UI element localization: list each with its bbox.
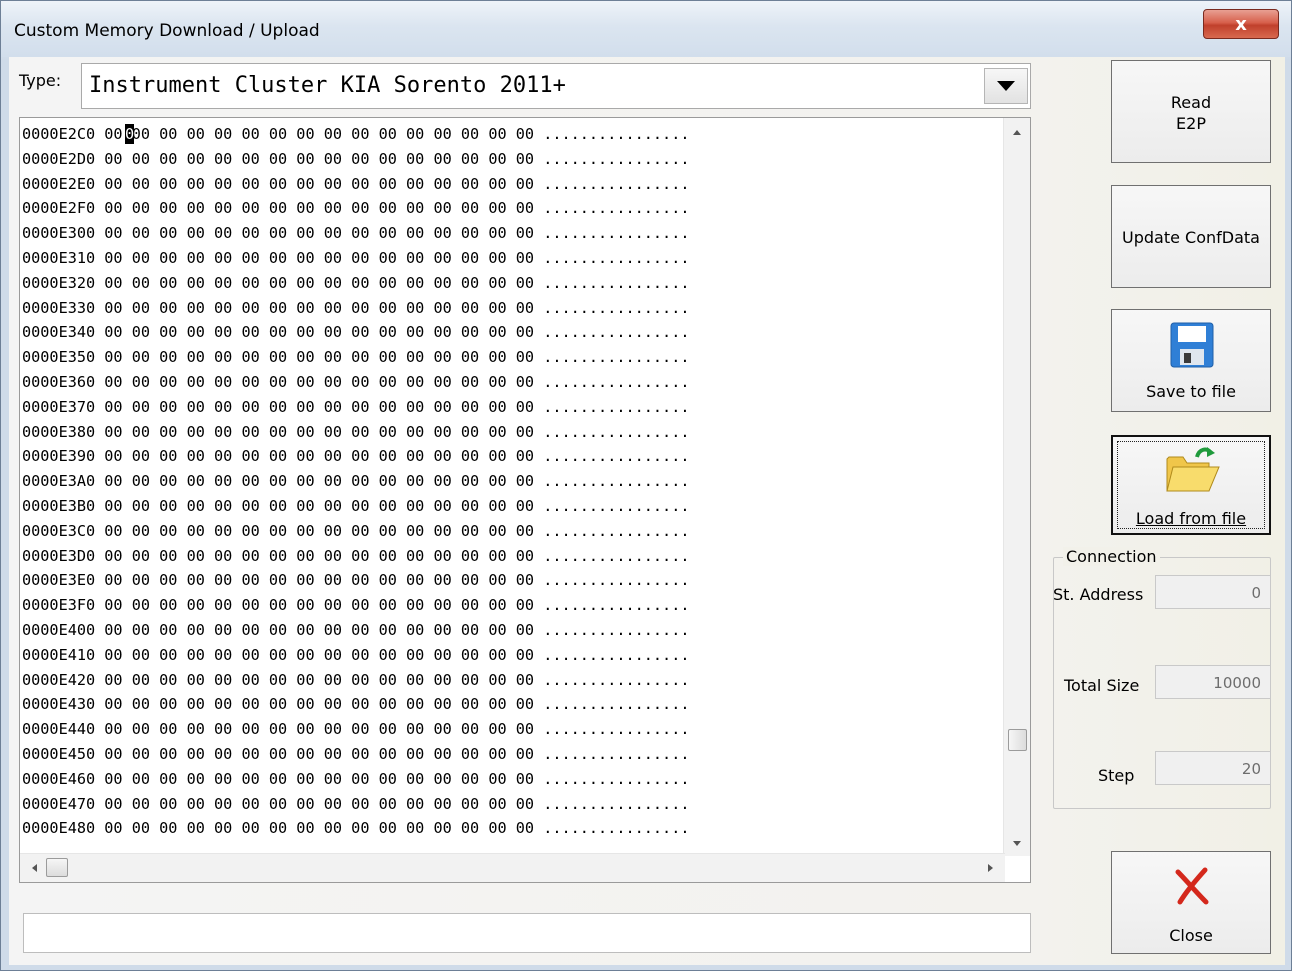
hex-row: 0000E460 00 00 00 00 00 00 00 00 00 00 0… [22,769,690,788]
hex-row: 0000E440 00 00 00 00 00 00 00 00 00 00 0… [22,720,690,739]
hex-row: 0000E2D0 00 00 00 00 00 00 00 00 00 00 0… [22,149,690,168]
hex-row: 0000E470 00 00 00 00 00 00 00 00 00 00 0… [22,794,690,813]
read-e2p-label-line1: Read [1170,93,1212,112]
step-field[interactable]: 20 [1155,751,1271,785]
floppy-disk-icon [1170,322,1214,372]
load-from-file-button[interactable]: Load from file [1111,435,1271,535]
start-address-field[interactable]: 0 [1155,575,1271,609]
open-folder-icon [1165,445,1221,499]
total-size-value: 10000 [1213,674,1261,692]
close-icon: x [1235,13,1247,35]
scroll-right-arrow-icon[interactable] [988,864,993,872]
hex-row: 0000E350 00 00 00 00 00 00 00 00 00 00 0… [22,348,690,367]
hex-row: 0000E430 00 00 00 00 00 00 00 00 00 00 0… [22,695,690,714]
hex-row: 0000E2F0 00 00 00 00 00 00 00 00 00 00 0… [22,199,690,218]
red-x-icon [1172,866,1212,910]
type-dropdown[interactable]: Instrument Cluster KIA Sorento 2011+ [81,63,1031,109]
start-address-label: St. Address [1053,585,1144,604]
connection-group-title: Connection [1063,547,1160,566]
close-label: Close [1169,926,1213,945]
step-value: 20 [1241,760,1261,778]
hex-row: 0000E400 00 00 00 00 00 00 00 00 00 00 0… [22,620,690,639]
hex-row: 0000E330 00 00 00 00 00 00 00 00 00 00 0… [22,298,690,317]
read-e2p-label-line2: E2P [1176,114,1206,133]
hex-row: 0000E3E0 00 00 00 00 00 00 00 00 00 00 0… [22,571,690,590]
scroll-up-arrow-icon[interactable] [1013,130,1021,135]
window-title: Custom Memory Download / Upload [14,21,320,41]
status-bar [23,913,1031,953]
hex-row: 0000E300 00 00 00 00 00 00 00 00 00 00 0… [22,224,690,243]
horizontal-scrollbar[interactable] [20,853,1005,882]
hex-row: 0000E2C0 00 00 00 00 00 00 00 00 00 00 0… [22,125,690,143]
hex-cursor: 0 [125,124,134,144]
close-button[interactable]: Close [1111,851,1271,954]
update-confdata-label: Update ConfData [1122,228,1260,247]
hex-row: 0000E450 00 00 00 00 00 00 00 00 00 00 0… [22,744,690,763]
hex-row: 0000E3D0 00 00 00 00 00 00 00 00 00 00 0… [22,546,690,565]
hex-row: 0000E3F0 00 00 00 00 00 00 00 00 00 00 0… [22,596,690,615]
hex-row: 0000E310 00 00 00 00 00 00 00 00 00 00 0… [22,248,690,267]
hex-row: 0000E3B0 00 00 00 00 00 00 00 00 00 00 0… [22,496,690,515]
title-bar[interactable]: Custom Memory Download / Upload x [1,1,1291,57]
hex-row: 0000E380 00 00 00 00 00 00 00 00 00 00 0… [22,422,690,441]
read-e2p-button[interactable]: Read E2P [1111,60,1271,163]
hex-row: 0000E3C0 00 00 00 00 00 00 00 00 00 00 0… [22,521,690,540]
hex-row: 0000E2E0 00 00 00 00 00 00 00 00 00 00 0… [22,174,690,193]
hex-lines: 0000E2C0 00 00 00 00 00 00 00 00 00 00 0… [22,122,690,841]
hex-row: 0000E370 00 00 00 00 00 00 00 00 00 00 0… [22,397,690,416]
hex-row: 0000E340 00 00 00 00 00 00 00 00 00 00 0… [22,323,690,342]
hex-editor[interactable]: 0000E2C0 00 00 00 00 00 00 00 00 00 00 0… [19,117,1031,883]
hex-row: 0000E420 00 00 00 00 00 00 00 00 00 00 0… [22,670,690,689]
vertical-scroll-thumb[interactable] [1008,729,1027,751]
type-label: Type: [19,71,62,90]
total-size-field[interactable]: 10000 [1155,665,1271,699]
window-close-button[interactable]: x [1203,9,1279,39]
load-from-file-label: Load from file [1135,509,1247,528]
chevron-down-icon [997,81,1015,91]
save-to-file-button[interactable]: Save to file [1111,309,1271,412]
hex-row: 0000E410 00 00 00 00 00 00 00 00 00 00 0… [22,645,690,664]
scroll-left-arrow-icon[interactable] [32,864,37,872]
horizontal-scroll-thumb[interactable] [46,858,68,877]
hex-row: 0000E480 00 00 00 00 00 00 00 00 00 00 0… [22,819,690,838]
scroll-down-arrow-icon[interactable] [1013,841,1021,846]
hex-row: 0000E320 00 00 00 00 00 00 00 00 00 00 0… [22,273,690,292]
hex-row: 0000E390 00 00 00 00 00 00 00 00 00 00 0… [22,447,690,466]
type-dropdown-value: Instrument Cluster KIA Sorento 2011+ [89,73,566,98]
dialog-window: Custom Memory Download / Upload x Type: … [0,0,1292,971]
total-size-label: Total Size [1064,676,1140,695]
step-label: Step [1098,766,1135,785]
dropdown-toggle-button[interactable] [984,68,1028,104]
vertical-scrollbar[interactable] [1003,118,1030,856]
update-confdata-button[interactable]: Update ConfData [1111,185,1271,288]
start-address-value: 0 [1251,584,1261,602]
save-to-file-label: Save to file [1146,382,1236,401]
hex-row: 0000E360 00 00 00 00 00 00 00 00 00 00 0… [22,372,690,391]
hex-row: 0000E3A0 00 00 00 00 00 00 00 00 00 00 0… [22,472,690,491]
